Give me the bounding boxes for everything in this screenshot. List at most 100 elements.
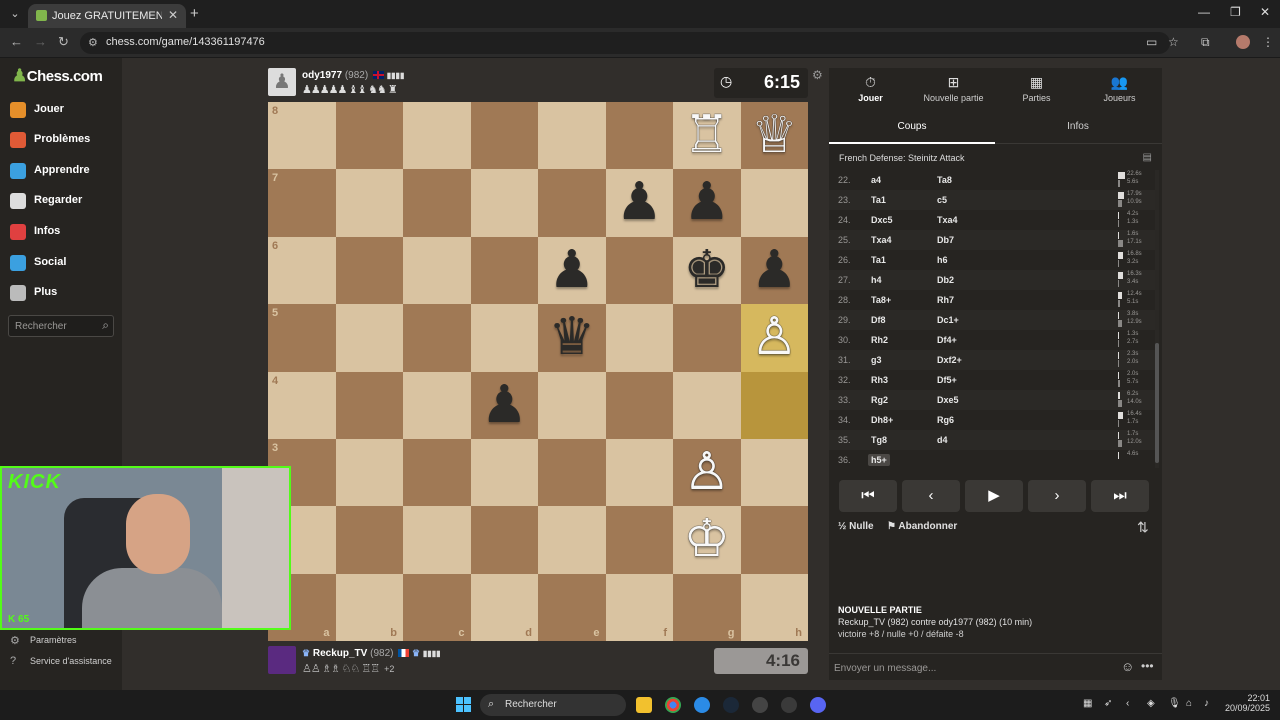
app-icon[interactable]: [781, 697, 797, 713]
black-move[interactable]: Rh7: [937, 295, 954, 305]
square-d3[interactable]: [470, 438, 538, 507]
square-c1[interactable]: c: [403, 573, 471, 641]
white-move[interactable]: h5+: [868, 454, 890, 466]
sidebar-item-social[interactable]: Social: [10, 253, 118, 275]
new-tab-button[interactable]: +: [190, 5, 199, 22]
black-move[interactable]: Dxe5: [937, 395, 959, 405]
bottom-player-name[interactable]: Reckup_TV: [313, 648, 367, 659]
volume-icon[interactable]: ♪: [1204, 698, 1209, 709]
search-icon[interactable]: ⌕: [102, 318, 109, 333]
square-a4[interactable]: 4: [268, 371, 336, 439]
microphone-icon[interactable]: 🎙: [1168, 698, 1181, 709]
square-b6[interactable]: [335, 236, 403, 305]
white-move[interactable]: Txa4: [871, 235, 892, 245]
black-move[interactable]: h6: [937, 255, 948, 265]
white-king-icon[interactable]: ♔: [673, 506, 741, 573]
chrome-icon[interactable]: [665, 697, 681, 713]
square-d8[interactable]: [470, 102, 538, 170]
top-player-avatar[interactable]: ♟: [268, 68, 296, 96]
square-a5[interactable]: 5: [268, 304, 336, 372]
square-b1[interactable]: b: [335, 573, 403, 641]
tray-shield-icon[interactable]: ◈: [1147, 698, 1155, 709]
square-g1[interactable]: g: [673, 573, 741, 641]
square-c4[interactable]: [403, 371, 471, 439]
white-move[interactable]: Dxc5: [871, 215, 893, 225]
profile-avatar[interactable]: [1236, 35, 1250, 49]
move-list-scroll-thumb[interactable]: [1155, 343, 1159, 463]
sidebar-settings[interactable]: ⚙ Paramètres: [10, 633, 120, 649]
sidebar-help[interactable]: ? Service d'assistance: [10, 654, 120, 670]
square-h1[interactable]: h: [740, 573, 808, 641]
square-c5[interactable]: [403, 304, 471, 372]
square-d5[interactable]: [470, 304, 538, 372]
square-h2[interactable]: [740, 506, 808, 574]
black-move[interactable]: Ta8: [937, 175, 952, 185]
square-b2[interactable]: [335, 506, 403, 574]
file-explorer-icon[interactable]: [636, 697, 652, 713]
sidebar-item-problemes[interactable]: Problèmes: [10, 130, 118, 152]
tray-arrow-icon[interactable]: ➶: [1104, 698, 1112, 709]
bookmark-star-icon[interactable]: ☆: [1168, 35, 1179, 49]
black-move[interactable]: c5: [937, 195, 947, 205]
taskbar-search[interactable]: ⌕ Rechercher: [480, 694, 626, 716]
white-rook-icon[interactable]: ♖: [673, 102, 741, 169]
square-d7[interactable]: [470, 169, 538, 237]
white-move[interactable]: Rh2: [871, 335, 888, 345]
square-e1[interactable]: e: [538, 573, 606, 641]
square-b7[interactable]: [335, 169, 403, 237]
white-move[interactable]: Tg8: [871, 435, 887, 445]
white-move[interactable]: Df8: [871, 315, 886, 325]
tab-search-menu-icon[interactable]: ⌄: [6, 5, 24, 23]
more-options-icon[interactable]: •••: [1141, 659, 1154, 673]
sidebar-item-jouer[interactable]: Jouer: [10, 100, 118, 122]
sidebar-item-plus[interactable]: Plus: [10, 283, 118, 305]
tab-infos[interactable]: Infos: [995, 116, 1161, 144]
white-move[interactable]: Ta1: [871, 195, 886, 205]
square-h5[interactable]: ♙: [740, 304, 809, 372]
white-move[interactable]: a4: [871, 175, 881, 185]
panel-tab-3[interactable]: 👥 Joueurs: [1078, 68, 1161, 116]
square-f3[interactable]: [605, 438, 673, 507]
square-b5[interactable]: [335, 304, 403, 372]
square-c6[interactable]: [403, 236, 471, 305]
site-info-icon[interactable]: ⚙: [88, 36, 98, 49]
windows-start-icon[interactable]: [456, 697, 472, 713]
square-f2[interactable]: [605, 506, 673, 574]
white-move[interactable]: g3: [871, 355, 882, 365]
edge-icon[interactable]: [694, 697, 710, 713]
white-pawn-icon[interactable]: ♙: [741, 304, 809, 371]
square-f5[interactable]: [605, 304, 673, 372]
browser-tab[interactable]: Jouez GRATUITEMENT aux échecs ✕: [28, 4, 186, 28]
previous-move-button[interactable]: ‹: [902, 480, 960, 512]
chess-board[interactable]: 8♖♕7♟♟6♟♚♟5♛♙4♟3♙2♔1abcdefgh: [268, 102, 808, 641]
sidebar-item-apprendre[interactable]: Apprendre: [10, 161, 118, 183]
square-f8[interactable]: [605, 102, 673, 170]
taskbar-clock[interactable]: 22:01 20/09/2025: [1222, 693, 1270, 713]
black-king-icon[interactable]: ♚: [673, 237, 741, 304]
white-pawn-icon[interactable]: ♙: [673, 439, 741, 506]
black-move[interactable]: Rg6: [937, 415, 954, 425]
white-move[interactable]: Rg2: [871, 395, 888, 405]
square-g2[interactable]: ♔: [673, 506, 741, 574]
square-c8[interactable]: [403, 102, 471, 170]
white-move[interactable]: h4: [871, 275, 882, 285]
network-icon[interactable]: ⌂: [1186, 698, 1192, 709]
back-icon[interactable]: ←: [10, 34, 23, 49]
square-d1[interactable]: d: [470, 573, 538, 641]
square-h6[interactable]: ♟: [740, 236, 808, 305]
chess-logo[interactable]: ♟Chess.com: [12, 66, 103, 86]
square-f6[interactable]: [605, 236, 673, 305]
chat-input[interactable]: [834, 660, 1104, 676]
tray-app-icon[interactable]: ▦: [1083, 698, 1092, 709]
square-e2[interactable]: [538, 506, 606, 574]
tab-close-icon[interactable]: ✕: [168, 8, 178, 22]
panel-tab-1[interactable]: ⊞ Nouvelle partie: [912, 68, 995, 116]
steam-icon[interactable]: [723, 697, 739, 713]
square-c3[interactable]: [403, 438, 471, 507]
square-g6[interactable]: ♚: [673, 236, 741, 305]
resign-button[interactable]: ⚑ Abandonner: [887, 521, 957, 532]
board-settings-gear-icon[interactable]: ⚙: [812, 68, 823, 82]
reload-icon[interactable]: ↻: [58, 34, 69, 50]
white-queen-icon[interactable]: ♕: [741, 102, 809, 169]
square-g3[interactable]: ♙: [673, 438, 741, 507]
